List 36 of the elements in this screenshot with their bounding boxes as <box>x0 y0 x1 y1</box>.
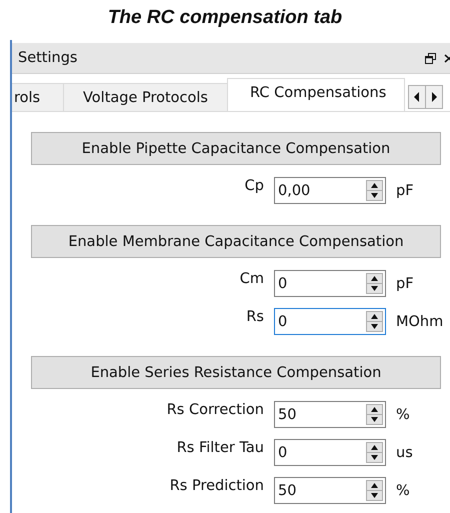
field-label: Rs <box>246 308 264 325</box>
field-label: Rs Filter Tau <box>176 439 264 456</box>
spin-box[interactable]: 0,00 <box>274 177 386 204</box>
tab[interactable]: Voltage Protocols <box>63 83 228 111</box>
scroll-right-icon[interactable] <box>425 85 444 109</box>
spin-arrows-icon[interactable] <box>366 178 384 203</box>
enable-button[interactable]: Enable Pipette Capacitance Compensation <box>31 132 441 165</box>
figure-caption: The RC compensation tab <box>106 6 344 30</box>
enable-button[interactable]: Enable Membrane Capacitance Compensation <box>31 225 441 258</box>
field-label: Cp <box>244 177 264 194</box>
tab[interactable]: RC Compensations <box>227 78 406 111</box>
field-label: Rs Correction <box>166 401 264 418</box>
unit-label: % <box>396 406 411 422</box>
spin-box[interactable]: 0 <box>274 270 386 297</box>
tab[interactable]: rols <box>12 83 64 111</box>
spin-arrows-icon[interactable] <box>366 478 384 503</box>
unit-label: pF <box>396 182 415 198</box>
unit-label: % <box>396 482 411 498</box>
unit-label: pF <box>396 276 415 292</box>
close-icon[interactable] <box>444 52 450 64</box>
spin-box[interactable]: 0 <box>274 308 386 335</box>
unit-label: us <box>396 444 414 460</box>
spin-arrows-icon[interactable] <box>366 440 384 465</box>
scroll-left-icon[interactable] <box>408 85 426 109</box>
spin-arrows-icon[interactable] <box>366 271 384 296</box>
field-label: Cm <box>240 270 264 287</box>
spin-box[interactable]: 50 <box>274 477 386 504</box>
spin-box[interactable]: 0 <box>274 439 386 466</box>
float-icon[interactable] <box>425 52 436 64</box>
unit-label: MOhm <box>396 314 444 330</box>
spin-arrows-icon[interactable] <box>366 309 384 334</box>
panel-title: Settings <box>18 50 78 66</box>
spin-box[interactable]: 50 <box>274 401 386 428</box>
field-label: Rs Prediction <box>170 477 264 494</box>
spin-arrows-icon[interactable] <box>366 402 384 427</box>
enable-button[interactable]: Enable Series Resistance Compensation <box>31 356 441 389</box>
